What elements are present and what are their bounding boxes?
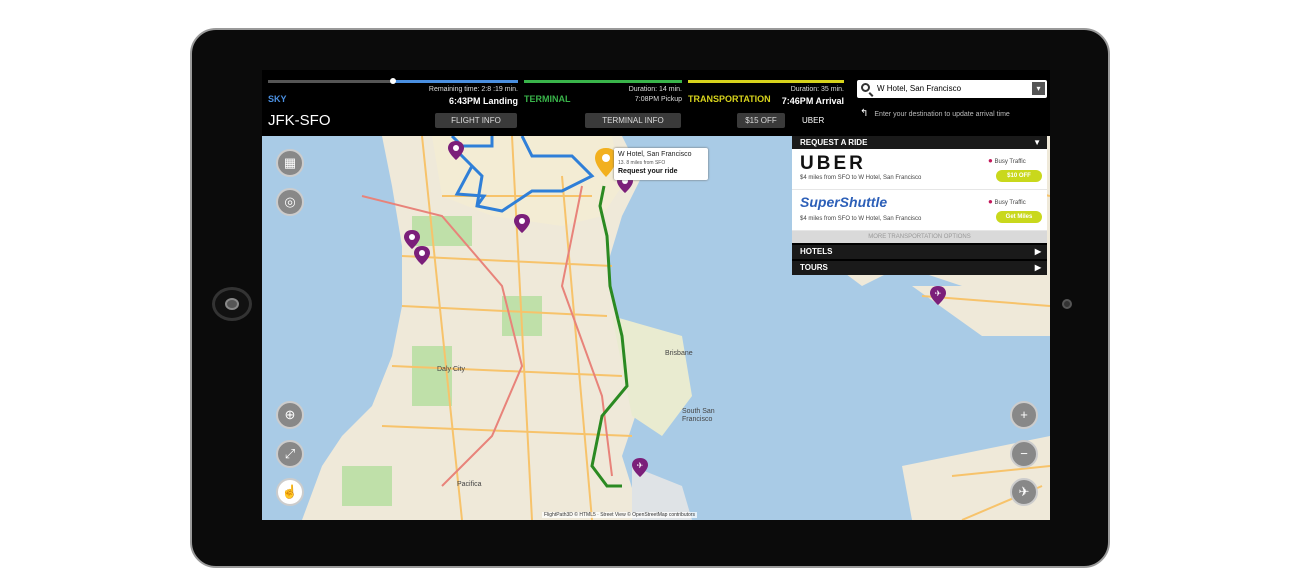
sky-progress-knob[interactable]: [390, 78, 396, 84]
search-hint: ↰ Enter your destination to update arriva…: [860, 108, 1010, 119]
collapse-icon[interactable]: ▼: [1033, 136, 1041, 149]
terminal-bar: [524, 80, 682, 83]
request-ride-title: REQUEST A RIDE: [800, 138, 868, 147]
sky-label: SKY: [268, 94, 287, 104]
popup-title: W Hotel, San Francisco: [618, 151, 692, 158]
flight-info-button[interactable]: FLIGHT INFO: [435, 113, 517, 128]
route-title: JFK-SFO: [268, 112, 331, 129]
map-attribution: FlightPath3D © HTML5 · Street View © Ope…: [542, 512, 697, 518]
supershuttle-logo: SuperShuttle: [800, 194, 888, 210]
map-label-south-sf: South San Francisco: [682, 408, 715, 423]
transportation-arrival: 7:46PM Arrival: [781, 96, 844, 106]
airplane-icon[interactable]: ✈: [1010, 478, 1038, 506]
transportation-duration: Duration: 35 min.: [790, 86, 844, 93]
uber-discount-button[interactable]: $10 OFF: [996, 170, 1042, 182]
traffic-text: Busy Traffic: [994, 200, 1026, 206]
camera: [1062, 299, 1072, 309]
locate-icon[interactable]: ◎: [276, 188, 304, 216]
terminal-label: TERMINAL: [524, 94, 571, 104]
uber-logo: UBER: [800, 153, 866, 174]
globe-icon[interactable]: ⊕: [276, 401, 304, 429]
more-transportation-button[interactable]: MORE TRANSPORTATION OPTIONS: [792, 231, 1047, 243]
traffic-icon: ●: [988, 197, 993, 206]
sky-landing-time: 6:43PM Landing: [448, 96, 518, 106]
destination-search: ▾: [857, 80, 1047, 98]
home-button[interactable]: [212, 287, 252, 321]
tours-section[interactable]: TOURS ▶: [792, 259, 1047, 275]
provider-row-uber[interactable]: UBER $4 miles from SFO to W Hotel, San F…: [792, 149, 1047, 190]
map-pin-icon[interactable]: [514, 214, 530, 234]
airport-pin-icon[interactable]: ✈: [930, 286, 946, 306]
terminal-pickup: 7:08PM Pickup: [634, 96, 682, 103]
transportation-bar: [688, 80, 844, 83]
request-ride-header[interactable]: REQUEST A RIDE ▼: [792, 136, 1047, 149]
ride-panel: REQUEST A RIDE ▼ UBER $4 miles from SFO t…: [792, 136, 1047, 275]
search-hint-text: Enter your destination to update arrival…: [874, 111, 1010, 118]
timeline-transportation: TRANSPORTATION Duration: 35 min. 7:46PM …: [688, 80, 844, 108]
expand-icon[interactable]: ⤢: [276, 440, 304, 468]
traffic-status: ● Busy Traffic: [988, 197, 1026, 206]
transportation-label: TRANSPORTATION: [688, 94, 771, 104]
timeline-terminal: TERMINAL Duration: 14 min. 7:08PM Pickup: [524, 80, 682, 108]
provider-desc: $4 miles from SFO to W Hotel, San Franci…: [800, 216, 922, 222]
popup-distance: 13. 8 miles from SFO: [618, 160, 666, 166]
get-miles-button[interactable]: Get Miles: [996, 211, 1042, 223]
map-icon[interactable]: ▦: [276, 149, 304, 177]
timeline-sky: SKY Remaining time: 2:8 :19 min. 6:43PM …: [268, 78, 518, 108]
svg-text:✈: ✈: [637, 461, 644, 470]
provider-row-supershuttle[interactable]: SuperShuttle $4 miles from SFO to W Hote…: [792, 190, 1047, 231]
return-arrow-icon: ↰: [860, 108, 869, 119]
provider-desc: $4 miles from SFO to W Hotel, San Franci…: [800, 175, 922, 181]
svg-text:✈: ✈: [935, 289, 942, 298]
terminal-info-button[interactable]: TERMINAL INFO: [585, 113, 681, 128]
tours-label: TOURS: [800, 263, 828, 272]
zoom-out-icon[interactable]: −: [1010, 440, 1038, 468]
map-label-brisbane: Brisbane: [665, 350, 693, 357]
chevron-down-icon[interactable]: ▾: [1032, 82, 1045, 95]
map-pin-icon[interactable]: [448, 141, 464, 161]
destination-input[interactable]: [877, 81, 1022, 96]
sky-remaining: Remaining time: 2:8 :19 min.: [428, 86, 518, 93]
hotels-section[interactable]: HOTELS ▶: [792, 243, 1047, 259]
traffic-text: Busy Traffic: [994, 159, 1026, 165]
traffic-icon: ●: [988, 156, 993, 165]
map-pin-icon[interactable]: [414, 246, 430, 266]
airport-pin-icon[interactable]: ✈: [632, 458, 648, 478]
zoom-in-icon[interactable]: +: [1010, 401, 1038, 429]
request-ride-link[interactable]: Request your ride: [618, 168, 678, 175]
expand-arrow-icon: ▶: [1034, 247, 1041, 256]
destination-popup[interactable]: W Hotel, San Francisco 13. 8 miles from …: [614, 148, 708, 180]
hand-icon[interactable]: ☝: [276, 478, 304, 506]
map-label-pacifica: Pacifica: [457, 481, 482, 488]
search-icon: [861, 83, 870, 92]
discount-button[interactable]: $15 OFF: [737, 113, 785, 128]
hotels-label: HOTELS: [800, 247, 833, 256]
sky-progress-bar: [393, 80, 518, 83]
expand-arrow-icon: ▶: [1034, 263, 1041, 272]
uber-tab[interactable]: UBER: [802, 116, 824, 125]
map-label-daly-city: Daly City: [437, 366, 466, 373]
app-screen: SKY Remaining time: 2:8 :19 min. 6:43PM …: [262, 70, 1050, 520]
terminal-duration: Duration: 14 min.: [628, 86, 682, 93]
traffic-status: ● Busy Traffic: [988, 156, 1026, 165]
